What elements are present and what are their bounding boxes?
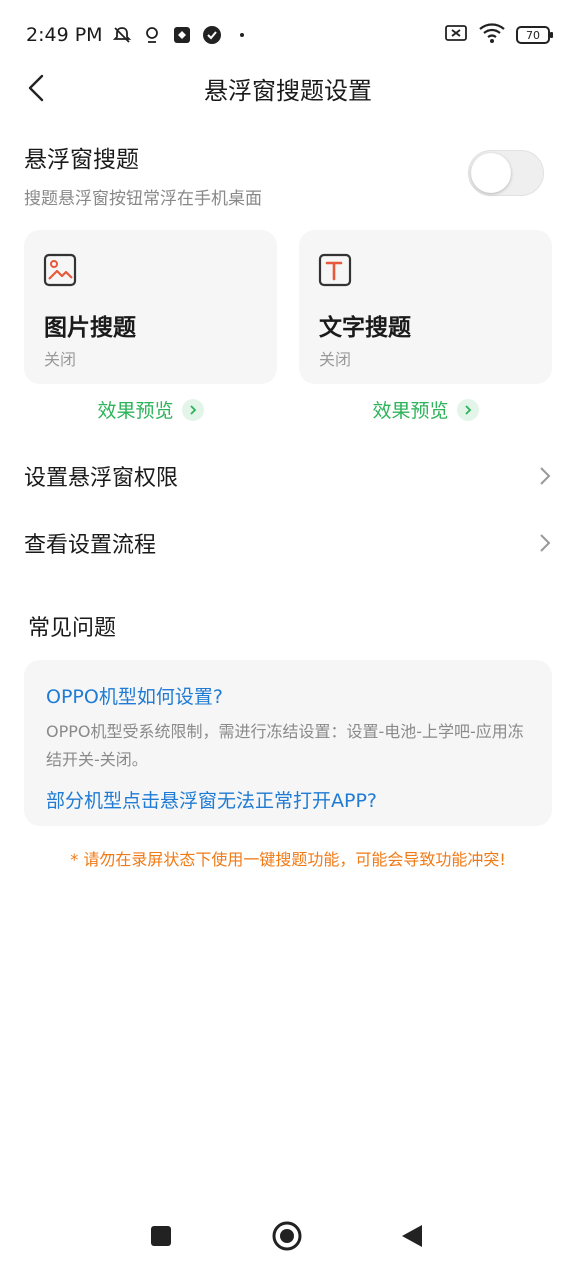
floating-search-toggle-row: 悬浮窗搜题 搜题悬浮窗按钮常浮在手机桌面: [24, 140, 552, 210]
app-icon: [171, 24, 193, 46]
battery-level: 70: [526, 28, 540, 42]
warning-text: * 请勿在录屏状态下使用一键搜题功能，可能会导致功能冲突!: [70, 850, 506, 869]
check-circle-icon: [201, 24, 223, 46]
sim-off-icon: [444, 23, 468, 47]
battery-icon: 70: [516, 26, 553, 44]
row-label: 设置悬浮窗权限: [24, 466, 179, 491]
chevron-right-icon: [181, 398, 204, 421]
row-label: 查看设置流程: [24, 533, 157, 558]
chevron-right-icon: [456, 398, 479, 421]
square-icon: [151, 1226, 171, 1246]
faq-heading: 常见问题: [28, 616, 117, 641]
faq-answer: OPPO机型受系统限制，需进行冻结设置：设置-电池-上学吧-应用冻结开关-关闭。: [46, 722, 524, 769]
wifi-icon: [478, 22, 506, 48]
recents-button[interactable]: [141, 1216, 181, 1256]
chevron-right-icon: [540, 467, 551, 485]
faq-question[interactable]: OPPO机型如何设置?: [46, 682, 223, 709]
triangle-back-icon: [402, 1225, 422, 1247]
floating-permission-row[interactable]: 设置悬浮窗权限: [24, 451, 552, 501]
card-title: 文字搜题: [319, 315, 411, 341]
back-nav-button[interactable]: [392, 1216, 432, 1256]
back-chevron-icon: [28, 74, 44, 102]
location-icon: [141, 24, 163, 46]
faq-question[interactable]: 部分机型点击悬浮窗无法正常打开APP?: [46, 786, 377, 813]
chevron-right-icon: [540, 534, 551, 552]
text-search-card[interactable]: 文字搜题 关闭: [299, 230, 552, 384]
floating-search-switch[interactable]: [468, 150, 544, 196]
title-bar: 悬浮窗搜题设置: [0, 60, 576, 116]
preview-label: 效果预览: [372, 400, 449, 422]
home-button[interactable]: [267, 1216, 307, 1256]
image-icon: [43, 253, 77, 287]
status-left: 2:49 PM: [26, 24, 253, 46]
image-search-card[interactable]: 图片搜题 关闭: [24, 230, 277, 384]
card-status: 关闭: [44, 350, 77, 369]
home-circle-icon: [272, 1221, 302, 1251]
preview-links: 效果预览 效果预览: [24, 396, 552, 423]
back-button[interactable]: [18, 70, 54, 106]
system-nav-bar: [0, 1200, 576, 1280]
preview-label: 效果预览: [97, 400, 174, 422]
card-title: 图片搜题: [44, 315, 136, 341]
switch-knob: [471, 153, 511, 193]
text-icon: [318, 253, 352, 287]
page-title: 悬浮窗搜题设置: [204, 76, 372, 105]
image-preview-link[interactable]: 效果预览: [24, 396, 277, 423]
status-right: 70: [444, 22, 553, 48]
dot-icon: [231, 24, 253, 46]
card-status: 关闭: [319, 350, 352, 369]
setup-flow-row[interactable]: 查看设置流程: [24, 518, 552, 568]
faq-card: OPPO机型如何设置? OPPO机型受系统限制，需进行冻结设置：设置-电池-上学…: [24, 660, 552, 826]
bell-off-icon: [111, 24, 133, 46]
status-time: 2:49 PM: [26, 24, 103, 46]
text-preview-link[interactable]: 效果预览: [299, 396, 552, 423]
search-mode-cards: 图片搜题 关闭 文字搜题 关闭: [24, 230, 552, 384]
